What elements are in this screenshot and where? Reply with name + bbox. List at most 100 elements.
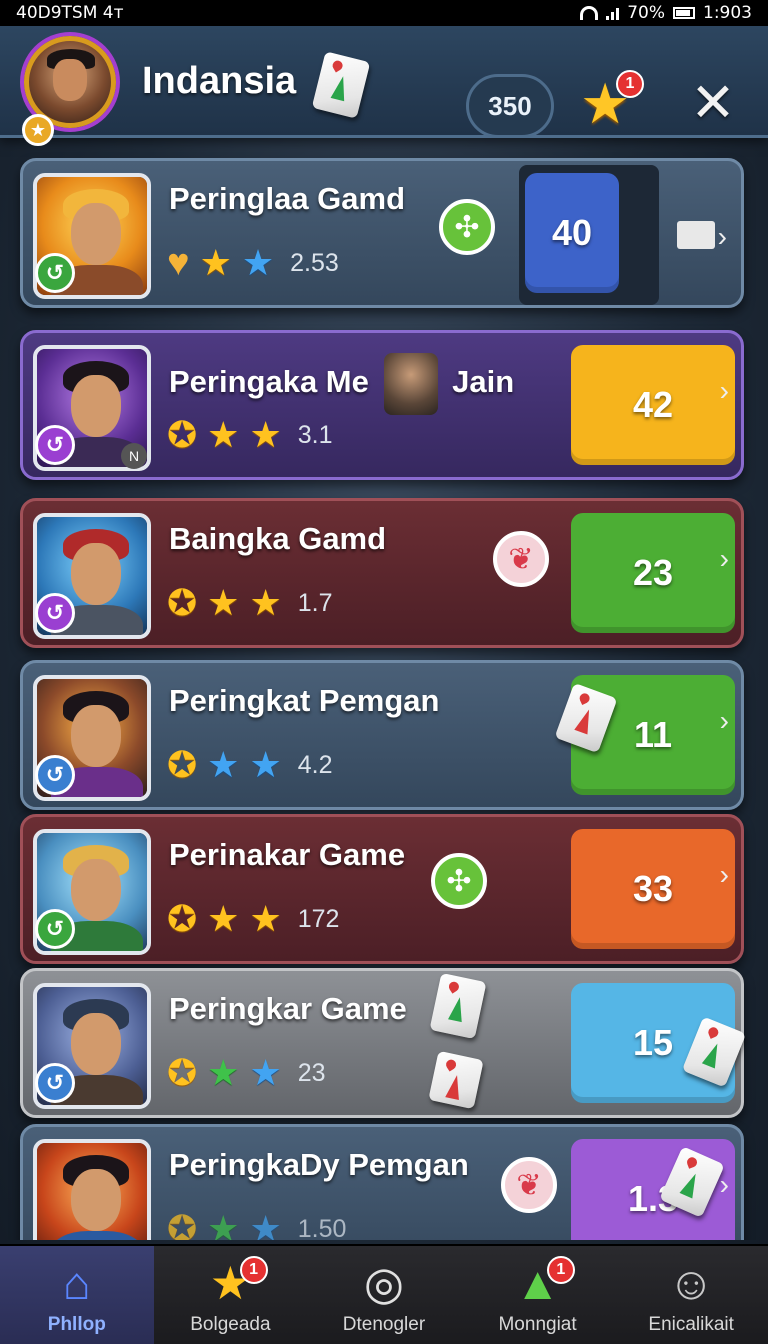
class-badge-icon: ↺ <box>35 909 75 949</box>
status-indicators: 70% 1:903 <box>580 3 752 23</box>
signal-icon <box>606 6 620 20</box>
notification-badge: 1 <box>239 1256 268 1284</box>
game-title: PeringkaDy Pemgan <box>169 1147 469 1182</box>
nav-search[interactable]: ◎ Dtenogler <box>307 1246 461 1344</box>
nav-label: Dtenogler <box>342 1314 426 1335</box>
battery-icon <box>673 7 695 19</box>
nav-label: Enicalikait <box>648 1314 734 1335</box>
class-badge-icon: ↺ <box>35 425 75 465</box>
game-title: Baingka Gamd <box>169 521 387 556</box>
game-card[interactable]: ↺ Peringlaa Gamd ♥ ★ ★ 2.53 ✣ 40 › <box>20 158 744 308</box>
game-portrait <box>33 1139 151 1240</box>
game-title: Peringkat Pemgan <box>169 683 440 718</box>
rating-value: 23 <box>297 1058 326 1087</box>
rating-row: ✪ ★ ★ 1.7 <box>167 585 333 621</box>
status-bar: 40D9TSM 4ᴛ 70% 1:903 <box>0 0 768 26</box>
badge-star-icon: ✪ <box>167 744 198 785</box>
badge-star-icon: ✪ <box>167 1208 198 1241</box>
score-box[interactable]: 23 <box>571 513 735 633</box>
nav-profile[interactable]: ☺ Enicalikait <box>614 1246 768 1344</box>
star-icon: ★ <box>207 414 240 455</box>
mahjong-tile-icon <box>428 1050 484 1110</box>
class-badge-icon: ↺ <box>35 755 75 795</box>
game-card[interactable]: PeringkaDy Pemgan ✪ ★ ★ 1.50 ❦ 1.3 › <box>20 1124 744 1240</box>
game-title: Peringlaa Gamd <box>169 181 406 216</box>
notification-badge: 1 <box>616 70 644 98</box>
lime-icon: ✣ <box>431 853 487 909</box>
star-icon: ★ <box>249 898 282 939</box>
battery-percent: 70% <box>627 3 665 23</box>
nav-monngiat[interactable]: ▲ 1 Monngiat <box>461 1246 615 1344</box>
game-title: Peringaka Me Jain <box>169 353 514 415</box>
star-icon: ★ <box>207 1052 240 1093</box>
bottom-navigation: ⌂ Phllop ★ 1 Bolgeada ◎ Dtenogler ▲ 1 Mo… <box>0 1244 768 1344</box>
rating-value: 1.50 <box>297 1214 347 1241</box>
game-card[interactable]: ↺ Baingka Gamd ✪ ★ ★ 1.7 ❦ 23 › <box>20 498 744 648</box>
game-title-main: Peringaka Me <box>169 364 369 400</box>
class-badge-icon: ↺ <box>35 593 75 633</box>
search-icon: ◎ <box>363 1257 405 1309</box>
game-card[interactable]: ↺ Peringkat Pemgan ✪ ★ ★ 4.2 11 › <box>20 660 744 810</box>
profile-icon: ☺ <box>667 1257 715 1309</box>
class-badge-icon: ↺ <box>35 253 75 293</box>
rating-row: ✪ ★ ★ 3.1 <box>167 417 333 453</box>
heart-token-icon: ❦ <box>501 1157 557 1213</box>
class-badge-icon: ↺ <box>35 1063 75 1103</box>
game-title: Perinakar Game <box>169 837 406 872</box>
rating-row: ✪ ★ ★ 23 <box>167 1055 326 1091</box>
portrait-tag: N <box>121 443 147 469</box>
chevron-right-icon: › <box>717 221 727 252</box>
star-icon: ★ <box>199 242 232 283</box>
wifi-icon <box>580 6 599 20</box>
heart-token-icon: ❦ <box>493 531 549 587</box>
badge-star-icon: ✪ <box>167 414 198 455</box>
game-title: Peringkar Game <box>169 991 407 1026</box>
rating-value: 1.7 <box>297 588 333 617</box>
badge-star-icon: ✪ <box>167 898 198 939</box>
nav-bolgeada[interactable]: ★ 1 Bolgeada <box>154 1246 308 1344</box>
heart-icon: ♥ <box>167 242 190 284</box>
nav-label: Bolgeada <box>190 1314 271 1335</box>
score-box[interactable]: 40 <box>525 173 619 293</box>
game-card[interactable]: ↺ Peringkar Game ✪ ★ ★ 23 15 <box>20 968 747 1118</box>
top-header: ★ Indansia 350 ★ 1 ✕ <box>0 26 768 146</box>
chevron-right-icon: › <box>719 705 729 736</box>
notification-badge: 1 <box>546 1256 575 1284</box>
star-icon: ★ <box>207 744 240 785</box>
star-icon: ★ <box>249 414 282 455</box>
score-box[interactable]: 42 <box>571 345 735 465</box>
chevron-right-icon: › <box>719 1169 729 1200</box>
game-title-suffix: Jain <box>452 364 515 400</box>
game-card[interactable]: ↺ N Peringaka Me Jain ✪ ★ ★ 3.1 42 › <box>20 330 744 480</box>
score-box[interactable]: 33 <box>571 829 735 949</box>
page-title: Indansia <box>142 60 297 102</box>
status-left-text: 40D9TSM 4ᴛ <box>16 3 124 23</box>
game-list: ↺ Peringlaa Gamd ♥ ★ ★ 2.53 ✣ 40 › ↺ N P… <box>0 140 768 1240</box>
character-thumbnail <box>383 353 438 415</box>
favorites-button[interactable]: ★ 1 <box>580 70 644 132</box>
lime-icon: ✣ <box>439 199 495 255</box>
game-card[interactable]: ↺ Perinakar Game ✪ ★ ★ 172 ✣ 33 › <box>20 814 744 964</box>
rating-row: ✪ ★ ★ 172 <box>167 901 339 937</box>
nav-label: Monngiat <box>498 1314 577 1335</box>
nav-label: Phllop <box>47 1314 106 1335</box>
star-icon: ★ <box>207 1208 240 1241</box>
chevron-right-icon: › <box>719 375 729 406</box>
avatar-face <box>53 59 87 101</box>
badge-star-icon: ✪ <box>167 1052 198 1093</box>
clock: 1:903 <box>703 3 752 23</box>
mahjong-tile-icon <box>311 51 371 119</box>
chevron-right-icon: › <box>719 543 729 574</box>
coin-counter[interactable]: 350 <box>466 74 554 138</box>
rating-value: 3.1 <box>297 420 333 449</box>
rating-value: 4.2 <box>297 750 333 779</box>
nav-home[interactable]: ⌂ Phllop <box>0 1246 154 1344</box>
mahjong-tile-icon <box>429 972 487 1040</box>
rating-value: 2.53 <box>290 248 339 277</box>
ticket-icon <box>677 221 715 249</box>
rating-row: ✪ ★ ★ 4.2 <box>167 747 333 783</box>
star-icon: ★ <box>249 1052 282 1093</box>
rating-row: ✪ ★ ★ 1.50 <box>167 1208 347 1241</box>
close-button[interactable]: ✕ <box>688 76 738 130</box>
star-icon: ★ <box>207 898 240 939</box>
